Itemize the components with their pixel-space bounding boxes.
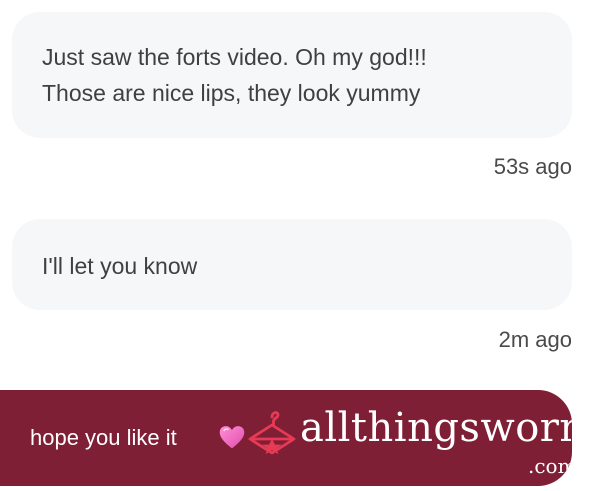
incoming-message-bubble[interactable]: Just saw the forts video. Oh my god!!! T… [12, 12, 572, 138]
message-text-line: Just saw the forts video. Oh my god!!! [42, 44, 427, 70]
watermark-brand: allthingsworn [300, 405, 572, 451]
heart-icon [219, 426, 245, 449]
hanger-icon [248, 411, 296, 455]
outgoing-message-text: hope you like it [30, 425, 177, 450]
message-timestamp: 2m ago [498, 327, 572, 352]
chat-thread: Just saw the forts video. Oh my god!!! T… [0, 0, 600, 491]
watermark-suffix: .com [528, 454, 572, 478]
incoming-message-bubble[interactable]: I'll let you know [12, 219, 572, 310]
message-timestamp: 53s ago [493, 154, 572, 179]
outgoing-message-bubble[interactable]: hope you like it allthingsworn .com [0, 390, 572, 486]
message-text-line: I'll let you know [42, 253, 198, 279]
message-text-line: Those are nice lips, they look yummy [42, 80, 421, 106]
